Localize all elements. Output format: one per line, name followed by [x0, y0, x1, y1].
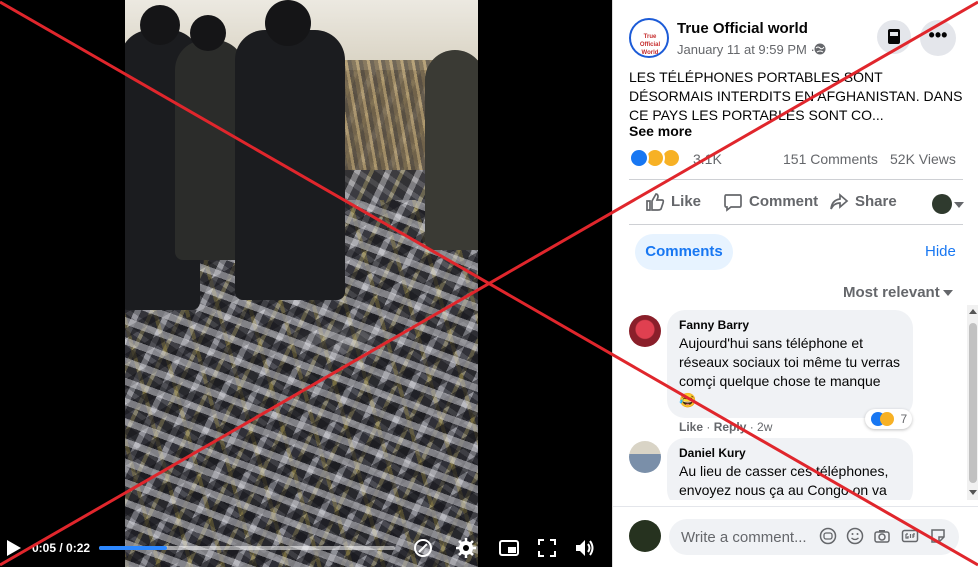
fullscreen-icon[interactable]	[536, 537, 558, 559]
comment-count[interactable]: 151 Comments	[783, 151, 878, 167]
post-actions-bar: Like Comment Share	[629, 179, 964, 225]
emoji-icon[interactable]	[846, 527, 864, 545]
view-count: 52K Views	[890, 151, 956, 167]
comment-label: Comment	[749, 193, 819, 210]
caret-down-icon	[943, 290, 953, 296]
scrollbar-thumb[interactable]	[969, 323, 977, 483]
comment-meta: Like · Reply · 2w	[679, 420, 773, 434]
video-controls: 0:05 / 0:22	[0, 529, 612, 567]
share-arrow-icon	[830, 193, 849, 210]
hide-comments-link[interactable]: Hide	[925, 243, 956, 260]
commenter-avatar[interactable]	[629, 315, 661, 347]
time-readout: 0:05 / 0:22	[32, 541, 91, 555]
share-label: Share	[855, 193, 897, 210]
comment-text: Au lieu de casser ces téléphones, envoye…	[679, 463, 889, 498]
picture-in-picture-icon[interactable]	[498, 537, 520, 559]
progress-fill	[99, 546, 168, 550]
comment-age[interactable]: 2w	[757, 420, 772, 434]
video-soldier	[425, 50, 478, 250]
volume-icon[interactable]	[574, 537, 596, 559]
avatar-logo-text: True Official World	[639, 34, 661, 56]
comment-like-link[interactable]: Like	[679, 420, 703, 434]
page-name[interactable]: True Official world	[677, 20, 808, 37]
comment-bubble: Fanny Barry Aujourd'hui sans téléphone e…	[667, 310, 913, 418]
captions-icon[interactable]	[412, 537, 434, 559]
video-player[interactable]: 0:05 / 0:22	[0, 0, 612, 567]
like-thumb-icon	[646, 193, 665, 211]
camera-icon[interactable]	[873, 527, 891, 545]
post-panel: True Official World True Official world …	[612, 0, 978, 567]
video-soldier	[235, 0, 345, 300]
post-timestamp[interactable]: January 11 at 9:59 PM ·	[677, 42, 815, 57]
chevron-down-icon[interactable]	[954, 201, 964, 209]
comment-author[interactable]: Daniel Kury	[679, 446, 901, 460]
save-button[interactable]	[877, 20, 911, 54]
more-dots-icon: •••	[928, 25, 948, 45]
comment-author[interactable]: Fanny Barry	[679, 318, 901, 332]
save-icon	[888, 29, 900, 44]
reaction-count[interactable]: 3.1K	[693, 151, 722, 167]
settings-gear-icon[interactable]	[455, 537, 477, 559]
page-avatar[interactable]: True Official World	[629, 18, 669, 58]
comment-text: Aujourd'hui sans téléphone et réseaux so…	[679, 335, 900, 408]
sort-label: Most relevant	[843, 284, 940, 301]
comment-bubble-icon	[724, 194, 742, 212]
video-frame[interactable]	[125, 0, 478, 567]
comment-reactions[interactable]: 7	[865, 409, 913, 429]
more-options-button[interactable]: •••	[920, 20, 956, 56]
reaction-icons[interactable]	[629, 148, 691, 168]
comments-scrollbar[interactable]	[967, 305, 978, 500]
like-label: Like	[671, 193, 702, 210]
comment-sort-selector[interactable]: Most relevant	[843, 284, 953, 301]
sticker-icon[interactable]	[929, 527, 947, 545]
see-more-link[interactable]: See more	[629, 123, 692, 139]
globe-icon	[814, 43, 826, 55]
comments-list: Fanny Barry Aujourd'hui sans téléphone e…	[613, 305, 978, 500]
commenter-avatar[interactable]	[629, 441, 661, 473]
gif-icon[interactable]	[901, 527, 919, 545]
scroll-up-arrow-icon[interactable]	[969, 309, 977, 314]
post-text: LES TÉLÉPHONES PORTABLES SONT DÉSORMAIS …	[629, 69, 963, 123]
play-icon[interactable]	[6, 539, 22, 557]
comment-reply-link[interactable]: Reply	[714, 420, 747, 434]
comment-composer	[613, 506, 978, 567]
like-reaction-icon	[629, 148, 649, 168]
comment-bubble: Daniel Kury Au lieu de casser ces téléph…	[667, 438, 913, 500]
comment-reaction-count: 7	[900, 412, 908, 426]
progress-bar[interactable]	[99, 546, 395, 550]
current-user-avatar[interactable]	[629, 520, 661, 552]
like-haha-reaction-icons	[871, 412, 894, 426]
tab-comments[interactable]: Comments	[635, 234, 733, 270]
avatar-sticker-icon[interactable]	[819, 527, 837, 545]
scroll-down-arrow-icon[interactable]	[969, 490, 977, 495]
reaction-avatar-selector[interactable]	[932, 194, 952, 214]
